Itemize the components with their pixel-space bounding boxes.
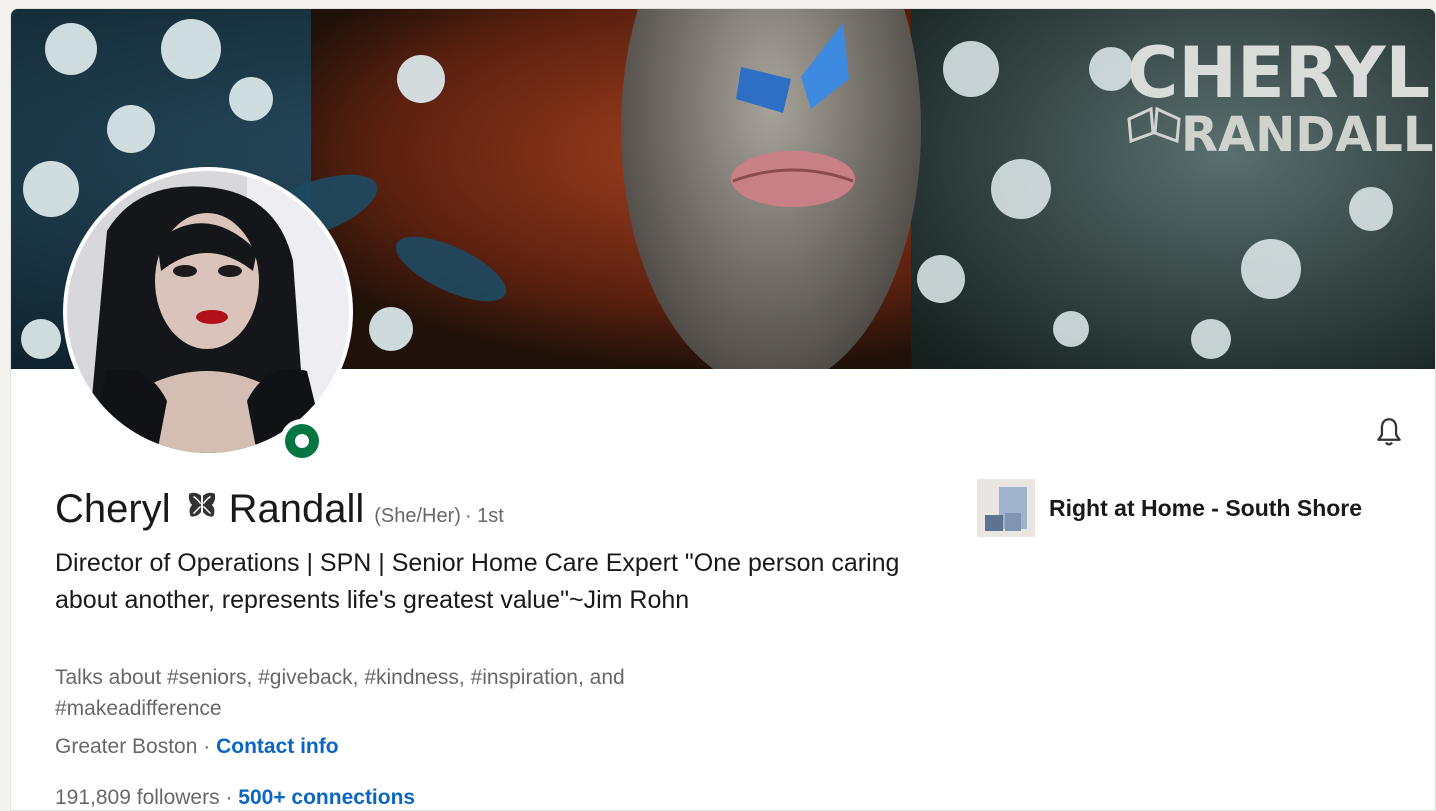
first-name: Cheryl <box>55 487 171 531</box>
contact-info-link[interactable]: Contact info <box>216 735 338 758</box>
last-name: Randall <box>228 487 365 531</box>
butterfly-icon <box>185 487 219 532</box>
pronouns: (She/Her) <box>374 505 461 527</box>
talks-about: Talks about #seniors, #giveback, #kindne… <box>55 666 625 720</box>
followers-count: 191,809 followers <box>55 786 220 809</box>
profile-headline: Director of Operations | SPN | Senior Ho… <box>55 549 900 614</box>
notify-bell-button[interactable] <box>1369 412 1409 452</box>
company-logo <box>977 479 1035 537</box>
bell-icon <box>1377 418 1401 446</box>
current-company[interactable]: Right at Home - South Shore <box>977 479 1362 537</box>
connections-link[interactable]: 500+ connections <box>238 786 415 809</box>
avatar <box>67 171 349 453</box>
company-name: Right at Home - South Shore <box>1049 494 1363 521</box>
profile-photo[interactable] <box>63 167 353 457</box>
profile-name: Cheryl Randall <box>55 487 364 532</box>
online-status-indicator <box>280 419 324 463</box>
name-row: Cheryl Randall (She/Her) · 1st <box>55 487 504 532</box>
location: Greater Boston <box>55 735 198 758</box>
stats-row: 191,809 followers · 500+ connections <box>55 786 415 810</box>
location-row: Greater Boston · Contact info <box>55 735 339 759</box>
location-separator: · <box>197 735 217 758</box>
online-status-dot <box>285 424 319 458</box>
banner-title-line2: RANDALL <box>1181 107 1433 163</box>
profile-card: CHERYL RANDALL Cheryl Randall (She/Her) … <box>10 8 1436 811</box>
connection-degree: · 1st <box>464 505 504 527</box>
banner-title-line1: CHERYL <box>1127 32 1430 114</box>
stats-separator: · <box>219 786 239 809</box>
